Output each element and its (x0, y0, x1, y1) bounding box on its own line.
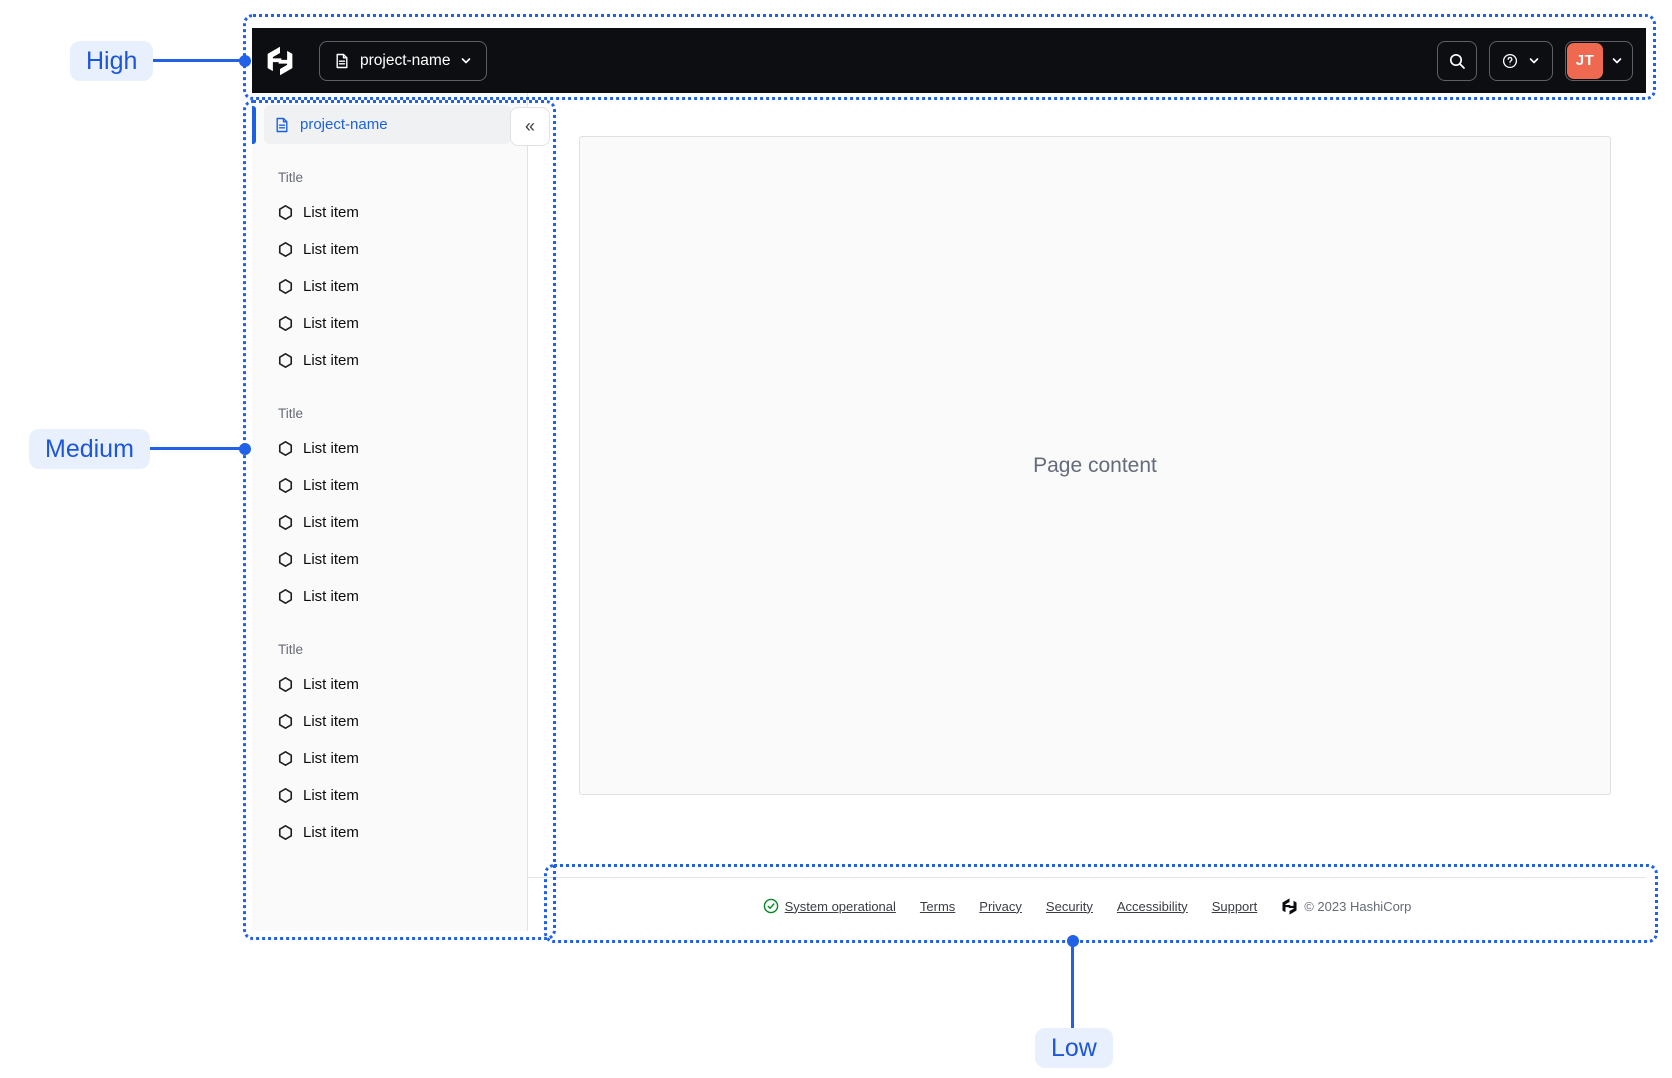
hexagon-icon (278, 589, 293, 604)
sidebar-list-item[interactable]: List item (252, 305, 527, 342)
sidebar-list-item[interactable]: List item (252, 467, 527, 504)
sidebar: project-name « Title List item List item Li… (252, 93, 550, 931)
user-menu-button[interactable]: JT (1565, 40, 1633, 81)
list-item-label: List item (303, 477, 359, 494)
connector-line-low (1071, 941, 1074, 1028)
hexagon-icon (278, 205, 293, 220)
list-item-label: List item (303, 824, 359, 841)
list-item-label: List item (303, 278, 359, 295)
sidebar-sections: Title List item List item List item List ite… (252, 168, 527, 851)
footer-link-terms[interactable]: Terms (920, 899, 955, 914)
list-item-label: List item (303, 440, 359, 457)
hexagon-icon (278, 279, 293, 294)
chevron-down-icon (1528, 55, 1540, 67)
search-icon (1448, 52, 1466, 70)
hexagon-icon (278, 677, 293, 692)
sidebar-section-title: Title (278, 406, 304, 421)
sidebar-section: Title List item List item List item List ite… (252, 640, 527, 851)
sidebar-list-item[interactable]: List item (252, 430, 527, 467)
help-icon (1502, 53, 1518, 69)
check-circle-icon (763, 898, 778, 914)
system-status-link[interactable]: System operational (763, 898, 896, 914)
sidebar-section-title: Title (278, 642, 304, 657)
sidebar-list-item[interactable]: List item (252, 504, 527, 541)
connector-line-high (150, 59, 245, 62)
top-navbar: project-name JT (252, 28, 1646, 93)
hexagon-icon (278, 751, 293, 766)
chevron-down-icon (1603, 55, 1631, 67)
list-item-label: List item (303, 588, 359, 605)
list-item-label: List item (303, 514, 359, 531)
footer-links: Terms Privacy Security Accessibility Support (920, 899, 1257, 914)
hexagon-icon (278, 552, 293, 567)
project-switcher-button[interactable]: project-name (319, 40, 488, 81)
sidebar-project-item[interactable]: project-name (264, 105, 511, 144)
sidebar-collapse-button[interactable]: « (510, 107, 550, 146)
search-button[interactable] (1437, 40, 1477, 81)
connector-dot-high (239, 55, 251, 67)
hashicorp-logo-icon (1281, 897, 1298, 915)
list-item-label: List item (303, 676, 359, 693)
user-avatar: JT (1567, 42, 1603, 79)
sidebar-section: Title List item List item List item List ite… (252, 168, 527, 379)
hexagon-icon (278, 478, 293, 493)
sidebar-section-title: Title (278, 170, 304, 185)
footer-link-accessibility[interactable]: Accessibility (1117, 899, 1188, 914)
priority-label-medium: Medium (29, 429, 150, 469)
sidebar-list-item[interactable]: List item (252, 578, 527, 615)
connector-line-medium (150, 447, 245, 450)
hashicorp-logo-icon (265, 46, 295, 76)
document-icon (274, 117, 290, 133)
list-item-label: List item (303, 241, 359, 258)
sidebar-list-item[interactable]: List item (252, 666, 527, 703)
document-icon (334, 53, 350, 69)
list-item-label: List item (303, 315, 359, 332)
footer-link-privacy[interactable]: Privacy (979, 899, 1022, 914)
sidebar-list-item[interactable]: List item (252, 541, 527, 578)
sidebar-list-item[interactable]: List item (252, 231, 527, 268)
sidebar-list-item[interactable]: List item (252, 814, 527, 851)
list-item-label: List item (303, 352, 359, 369)
list-item-label: List item (303, 713, 359, 730)
project-switcher-label: project-name (360, 51, 451, 69)
footer-link-security[interactable]: Security (1046, 899, 1093, 914)
list-item-label: List item (303, 787, 359, 804)
sidebar-section: Title List item List item List item List ite… (252, 404, 527, 615)
hexagon-icon (278, 515, 293, 530)
footer-divider (528, 877, 1646, 878)
footer-copyright: © 2023 HashiCorp (1281, 897, 1412, 915)
hexagon-icon (278, 316, 293, 331)
footer-link-support[interactable]: Support (1212, 899, 1258, 914)
hexagon-icon (278, 825, 293, 840)
hexagon-icon (278, 788, 293, 803)
priority-label-low: Low (1035, 1028, 1113, 1068)
sidebar-list-item[interactable]: List item (252, 740, 527, 777)
sidebar-list-item[interactable]: List item (252, 268, 527, 305)
page-content-placeholder: Page content (579, 136, 1611, 795)
copyright-text: © 2023 HashiCorp (1304, 898, 1412, 914)
connector-dot-low (1067, 935, 1079, 947)
sidebar-list-item[interactable]: List item (252, 342, 527, 379)
list-item-label: List item (303, 204, 359, 221)
priority-label-high: High (70, 41, 154, 81)
active-item-indicator (252, 106, 256, 144)
placeholder-text: Page content (1033, 453, 1157, 477)
hexagon-icon (278, 714, 293, 729)
sidebar-list-item[interactable]: List item (252, 194, 527, 231)
chevron-down-icon (460, 55, 472, 67)
system-status-label: System operational (784, 898, 896, 914)
hexagon-icon (278, 441, 293, 456)
list-item-label: List item (303, 551, 359, 568)
help-menu-button[interactable] (1489, 40, 1553, 81)
sidebar-list-item[interactable]: List item (252, 777, 527, 814)
sidebar-project-label: project-name (300, 116, 388, 133)
double-chevron-left-icon: « (524, 116, 535, 136)
sidebar-list-item[interactable]: List item (252, 703, 527, 740)
footer: System operational Terms Privacy Security A… (528, 884, 1646, 928)
connector-dot-medium (239, 443, 251, 455)
hexagon-icon (278, 353, 293, 368)
list-item-label: List item (303, 750, 359, 767)
hexagon-icon (278, 242, 293, 257)
